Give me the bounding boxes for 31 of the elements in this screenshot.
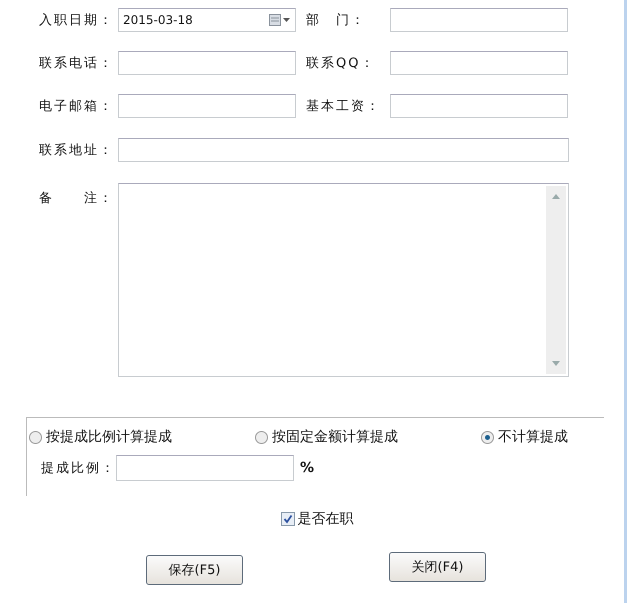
field-label: 部 门： bbox=[305, 12, 367, 29]
field-label: 联系电话： bbox=[38, 55, 115, 72]
date-value: 2015-03-18 bbox=[123, 13, 193, 27]
checkmark-icon bbox=[282, 514, 292, 524]
field-label: 备 注： bbox=[38, 190, 115, 207]
field-label: 基本工资： bbox=[305, 98, 382, 115]
employed-checkbox[interactable]: 是否在职 bbox=[280, 510, 354, 528]
calendar-dropdown-icon[interactable] bbox=[269, 14, 291, 26]
text-field[interactable] bbox=[390, 8, 568, 32]
scroll-down-icon[interactable] bbox=[552, 361, 560, 366]
text-field[interactable] bbox=[118, 51, 296, 75]
percent-unit: % bbox=[300, 460, 314, 476]
text-field[interactable] bbox=[390, 51, 568, 75]
scroll-up-icon[interactable] bbox=[552, 194, 560, 199]
field-label: 入职日期： bbox=[38, 12, 115, 29]
field-label: 联系地址： bbox=[38, 142, 115, 159]
radio-option[interactable]: 不计算提成 bbox=[481, 428, 601, 446]
scrollbar[interactable] bbox=[546, 186, 566, 374]
notes-textarea[interactable] bbox=[118, 183, 569, 377]
field-label: 联系QQ： bbox=[305, 55, 376, 72]
radio-option[interactable]: 按固定金额计算提成 bbox=[255, 428, 481, 446]
address-field[interactable] bbox=[118, 138, 569, 162]
date-field[interactable]: 2015-03-18 bbox=[118, 8, 296, 32]
close-button[interactable]: 关闭(F4) bbox=[389, 552, 486, 582]
ratio-label: 提成比例： bbox=[41, 460, 116, 477]
save-button[interactable]: 保存(F5) bbox=[146, 555, 243, 585]
field-label: 电子邮箱： bbox=[38, 98, 115, 115]
text-field[interactable] bbox=[118, 94, 296, 118]
radio-option[interactable]: 按提成比例计算提成 bbox=[29, 428, 255, 446]
ratio-field[interactable] bbox=[116, 455, 294, 481]
text-field[interactable] bbox=[390, 94, 568, 118]
